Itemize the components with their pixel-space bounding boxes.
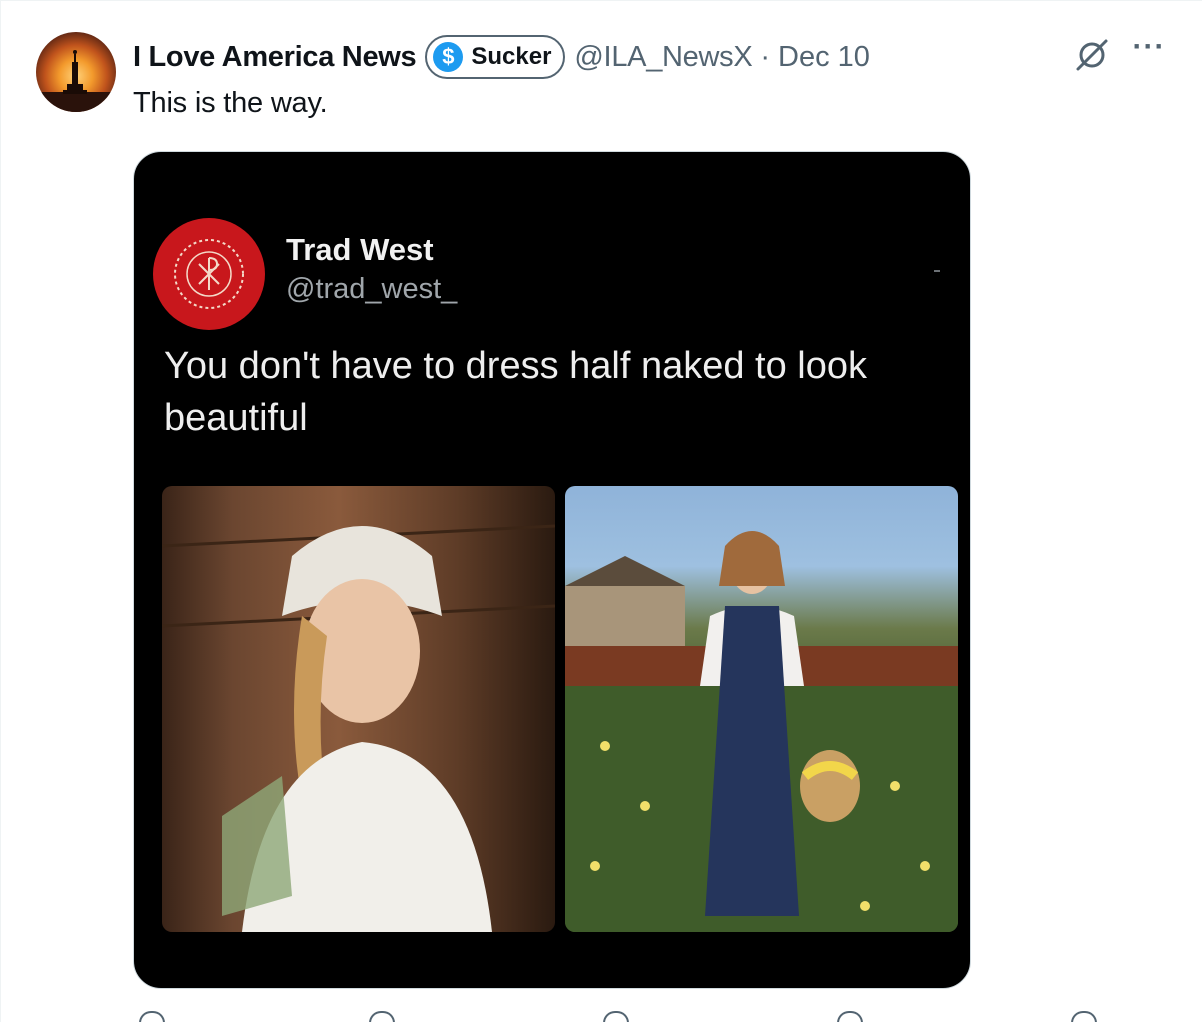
quoted-author-logo [153,218,265,330]
quoted-more-indicator [934,270,940,272]
photo-woman-headscarf [162,486,555,932]
grok-icon[interactable] [1072,35,1112,75]
statue-of-liberty-silhouette [36,50,116,112]
dollar-icon: $ [433,42,464,72]
tweet-card[interactable]: I Love America News $ Sucker @ILA_NewsX … [0,0,1202,1022]
photo-woman-pinafore [565,486,958,932]
like-icon[interactable] [603,1011,629,1022]
more-options-icon[interactable]: ··· [1131,32,1167,67]
tweet-action-bar [133,1011,1163,1022]
retweet-icon[interactable] [369,1011,395,1022]
trad-west-seal-logo [174,239,244,309]
tweet-header: I Love America News $ Sucker @ILA_NewsX … [133,35,870,79]
tweet-text: This is the way. [133,87,328,119]
author-badge[interactable]: $ Sucker [425,35,566,79]
bookmark-icon[interactable] [1071,1011,1097,1022]
quoted-text: You don't have to dress half naked to lo… [164,345,868,439]
views-icon[interactable] [837,1011,863,1022]
author-handle[interactable]: @ILA_NewsX [574,41,752,74]
author-display-name[interactable]: I Love America News [133,41,417,74]
reply-icon[interactable] [139,1011,165,1022]
badge-label: Sucker [471,43,552,70]
tweet-media-image[interactable]: Trad West @trad_west_ You don't have to … [133,151,971,989]
header-separator: · [760,40,771,73]
tweet-date[interactable]: Dec 10 [778,41,870,74]
author-avatar[interactable] [36,32,116,112]
quoted-author-name: Trad West [286,232,434,267]
quoted-author-handle: @trad_west_ [286,273,458,305]
